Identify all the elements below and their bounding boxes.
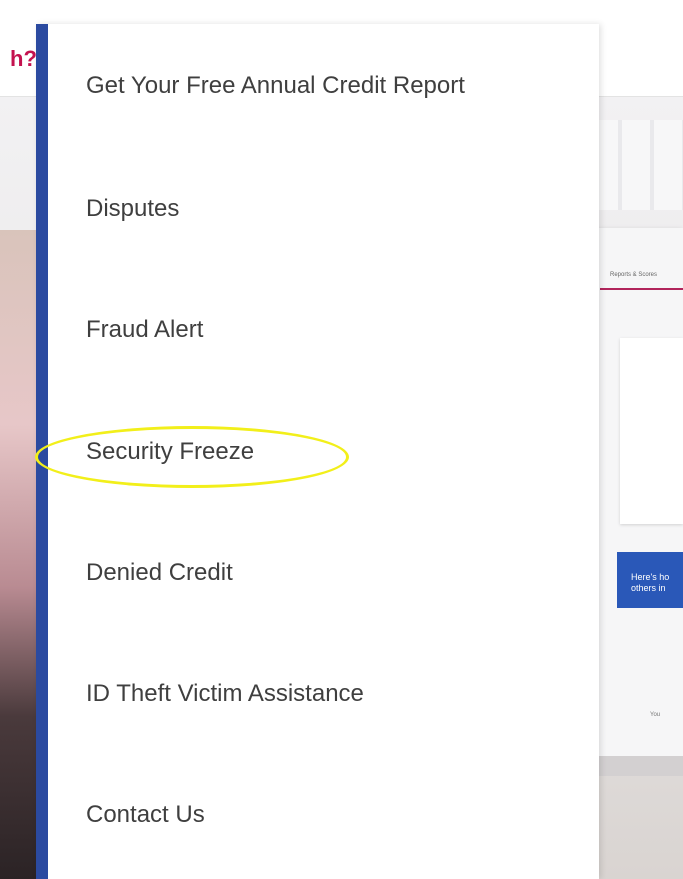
menu-item-free-annual-credit-report[interactable]: Get Your Free Annual Credit Report xyxy=(86,72,465,100)
credit-services-menu: Get Your Free Annual Credit Report Dispu… xyxy=(36,24,599,879)
menu-item-denied-credit[interactable]: Denied Credit xyxy=(86,559,233,587)
menu-item-security-freeze[interactable]: Security Freeze xyxy=(86,438,254,466)
background-laptop-banner: Here's ho others in xyxy=(617,552,683,608)
menu-item-id-theft-victim-assistance[interactable]: ID Theft Victim Assistance xyxy=(86,680,364,708)
background-laptop-tab: Reports & Scores xyxy=(600,268,683,290)
background-window xyxy=(590,120,683,210)
background-person-image xyxy=(0,230,40,879)
menu-item-fraud-alert[interactable]: Fraud Alert xyxy=(86,316,203,344)
background-laptop-you-label: You xyxy=(650,712,661,718)
background-laptop-card xyxy=(620,338,683,524)
menu-item-contact-us[interactable]: Contact Us xyxy=(86,801,205,829)
background-heading-fragment: h? xyxy=(10,46,37,71)
menu-item-disputes[interactable]: Disputes xyxy=(86,195,179,223)
background-laptop-base xyxy=(590,756,683,776)
